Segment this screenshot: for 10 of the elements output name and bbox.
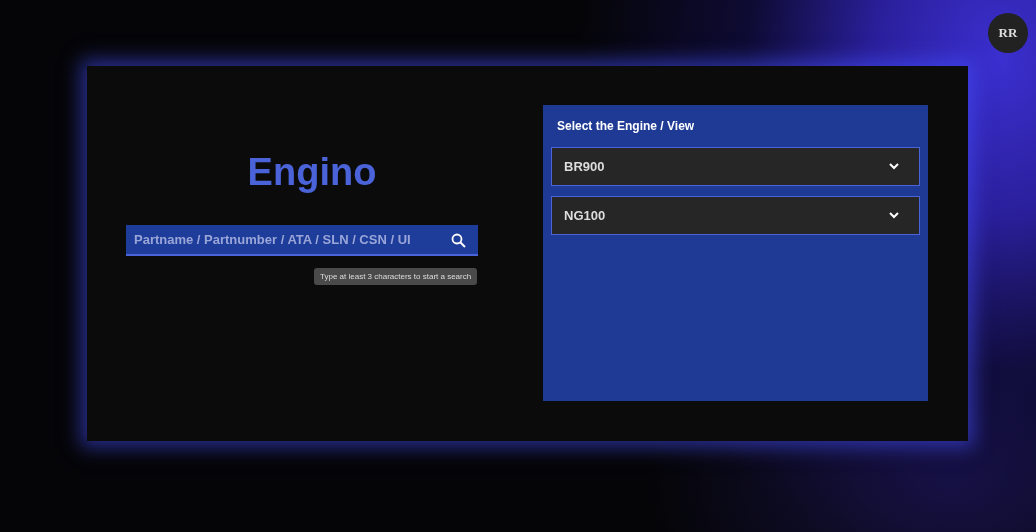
search-hint-tooltip: Type at least 3 characters to start a search xyxy=(314,268,478,285)
app-title: Engino xyxy=(247,151,377,193)
engine-dropdown[interactable]: BR900 xyxy=(551,147,920,186)
panel-heading: Select the Engine / View xyxy=(557,119,696,133)
engine-dropdown[interactable]: NG100 xyxy=(551,196,920,235)
chevron-down-icon xyxy=(889,212,899,219)
chevron-down-icon xyxy=(889,163,899,170)
logo[interactable]: RR xyxy=(988,13,1028,53)
search-icon[interactable] xyxy=(451,233,466,248)
search-field[interactable]: Partname / Partnumber / ATA / SLN / CSN / UI xyxy=(126,225,478,256)
